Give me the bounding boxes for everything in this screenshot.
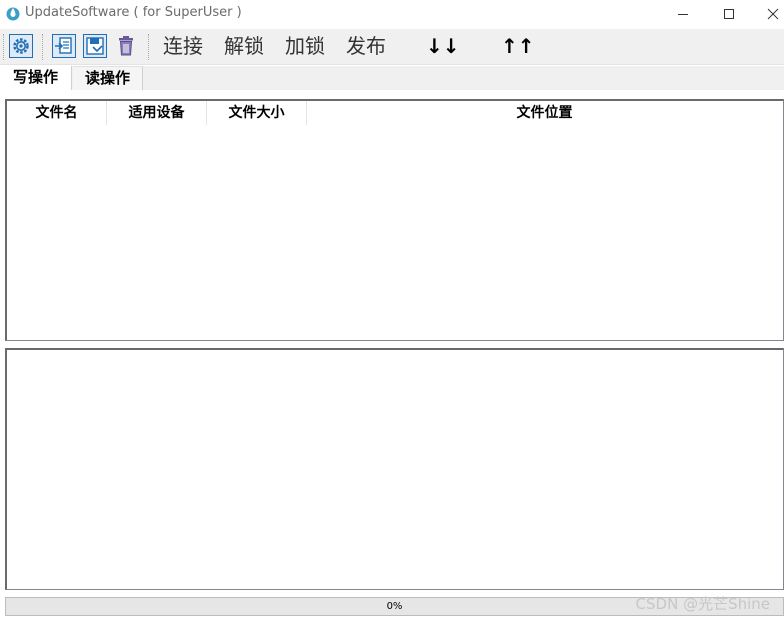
title-bar: UpdateSoftware ( for SuperUser ) — [0, 0, 784, 28]
import-file-icon — [52, 34, 76, 58]
connect-button[interactable]: 连接 — [163, 33, 203, 59]
watermark: CSDN @光芒Shine — [635, 595, 770, 613]
window-title: UpdateSoftware ( for SuperUser ) — [25, 5, 242, 20]
maximize-icon — [724, 9, 734, 19]
maximize-button[interactable] — [706, 0, 752, 28]
save-icon — [83, 34, 107, 58]
save-button[interactable] — [83, 34, 107, 58]
minimize-icon — [678, 14, 688, 15]
publish-button[interactable]: 发布 — [346, 33, 386, 59]
toolbar-grip[interactable] — [3, 34, 5, 60]
tab-strip: 写操作 读操作 — [0, 66, 784, 90]
toolbar: 连接 解锁 加锁 发布 ↓↓ ↑↑ — [0, 29, 784, 65]
move-up-button[interactable]: ↑↑ — [501, 33, 535, 59]
move-down-button[interactable]: ↓↓ — [426, 33, 460, 59]
column-header-filesize[interactable]: 文件大小 — [207, 101, 307, 125]
app-water-drop-icon — [5, 5, 21, 21]
delete-button[interactable] — [114, 34, 138, 58]
tab-read[interactable]: 读操作 — [73, 66, 143, 90]
column-header-filename[interactable]: 文件名 — [7, 101, 107, 125]
log-textarea[interactable] — [5, 348, 784, 590]
file-list[interactable]: 文件名 适用设备 文件大小 文件位置 — [5, 99, 784, 341]
file-list-header: 文件名 适用设备 文件大小 文件位置 — [7, 101, 783, 125]
column-header-filepath[interactable]: 文件位置 — [307, 101, 782, 125]
close-icon — [767, 8, 779, 20]
lock-button[interactable]: 加锁 — [285, 33, 325, 59]
minimize-button[interactable] — [660, 0, 706, 28]
toolbar-grip[interactable] — [148, 34, 150, 60]
tab-write[interactable]: 写操作 — [0, 66, 72, 90]
trash-icon — [119, 36, 133, 56]
gear-icon — [9, 34, 33, 58]
settings-button[interactable] — [9, 34, 33, 58]
column-header-device[interactable]: 适用设备 — [107, 101, 207, 125]
import-button[interactable] — [52, 34, 76, 58]
toolbar-grip[interactable] — [42, 34, 44, 60]
unlock-button[interactable]: 解锁 — [224, 33, 264, 59]
close-button[interactable] — [750, 0, 784, 28]
